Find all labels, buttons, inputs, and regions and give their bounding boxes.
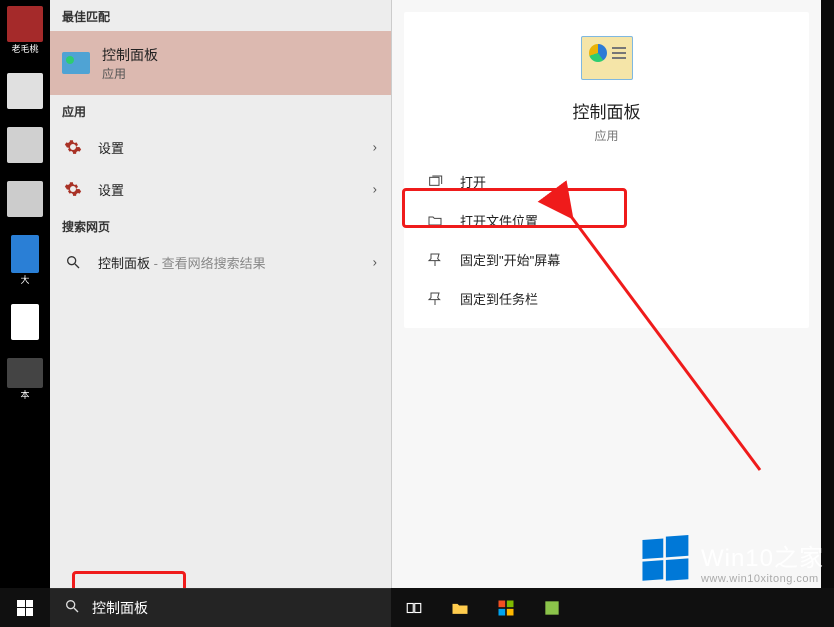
action-label: 打开文件位置 — [460, 211, 538, 230]
desktop-label: 本 — [4, 390, 46, 401]
windows-icon — [17, 600, 33, 616]
app-label: 设置 — [98, 138, 379, 157]
control-panel-large-icon — [581, 36, 633, 80]
gear-icon — [62, 178, 84, 200]
app-label: 设置 — [98, 180, 379, 199]
web-label: 控制面板 - 查看网络搜索结果 — [98, 253, 379, 272]
control-panel-icon — [62, 52, 90, 74]
app-icon[interactable] — [529, 588, 575, 627]
detail-title: 控制面板 — [404, 98, 809, 123]
pin-icon — [426, 290, 444, 308]
explorer-icon[interactable] — [437, 588, 483, 627]
watermark-title: Win10之家 — [701, 538, 824, 573]
desktop-icon[interactable] — [4, 73, 46, 109]
watermark: Win10之家 www.win10xitong.com — [639, 535, 824, 587]
result-subtitle: 应用 — [102, 65, 379, 82]
web-header: 搜索网页 — [50, 210, 391, 241]
open-icon — [426, 173, 444, 191]
desktop-icon[interactable]: 本 — [4, 358, 46, 401]
results-column: 最佳匹配 控制面板 应用 应用 设置 › 设置 › 搜索网页 控制面板 - 查看… — [50, 0, 391, 588]
taskbar-search-box[interactable] — [50, 588, 391, 627]
app-item-settings-2[interactable]: 设置 › — [50, 168, 391, 210]
taskbar-icons — [391, 588, 575, 627]
search-input[interactable] — [92, 600, 377, 616]
desktop-icon[interactable]: 大 — [4, 235, 46, 286]
desktop-icon[interactable] — [4, 127, 46, 163]
action-open[interactable]: 打开 — [404, 162, 809, 201]
store-icon[interactable] — [483, 588, 529, 627]
watermark-url: www.win10xitong.com — [701, 573, 824, 585]
web-search-item[interactable]: 控制面板 - 查看网络搜索结果 › — [50, 241, 391, 283]
action-label: 打开 — [460, 172, 486, 191]
taskbar — [0, 588, 834, 627]
detail-subtitle: 应用 — [404, 127, 809, 144]
app-item-settings-1[interactable]: 设置 › — [50, 126, 391, 168]
chevron-right-icon: › — [373, 182, 377, 197]
action-pin-start[interactable]: 固定到"开始"屏幕 — [404, 240, 809, 279]
best-match-result[interactable]: 控制面板 应用 — [50, 31, 391, 95]
search-icon — [64, 598, 80, 619]
desktop-label: 大 — [4, 275, 46, 286]
pin-icon — [426, 251, 444, 269]
chevron-right-icon: › — [373, 255, 377, 270]
search-icon — [62, 251, 84, 273]
task-view-button[interactable] — [391, 588, 437, 627]
desktop-strip: 老毛桃 大 本 — [0, 0, 50, 588]
action-pin-taskbar[interactable]: 固定到任务栏 — [404, 279, 809, 318]
desktop-label: 老毛桃 — [4, 44, 46, 55]
action-label: 固定到任务栏 — [460, 289, 538, 308]
desktop-icon[interactable] — [4, 181, 46, 217]
desktop-icon[interactable]: 老毛桃 — [4, 6, 46, 55]
windows-logo-icon — [639, 535, 691, 587]
start-button[interactable] — [0, 588, 50, 627]
desktop-icon[interactable] — [4, 304, 46, 340]
search-panel: 最佳匹配 控制面板 应用 应用 设置 › 设置 › 搜索网页 控制面板 - 查看… — [50, 0, 821, 588]
folder-icon — [426, 212, 444, 230]
apps-header: 应用 — [50, 95, 391, 126]
detail-column: 控制面板 应用 打开 打开文件位置 固定到"开始"屏幕 固定到任务栏 — [392, 0, 821, 588]
best-match-header: 最佳匹配 — [50, 0, 391, 31]
action-label: 固定到"开始"屏幕 — [460, 250, 560, 269]
result-title: 控制面板 — [102, 45, 379, 65]
action-open-location[interactable]: 打开文件位置 — [404, 201, 809, 240]
detail-card: 控制面板 应用 打开 打开文件位置 固定到"开始"屏幕 固定到任务栏 — [404, 12, 809, 328]
gear-icon — [62, 136, 84, 158]
chevron-right-icon: › — [373, 140, 377, 155]
